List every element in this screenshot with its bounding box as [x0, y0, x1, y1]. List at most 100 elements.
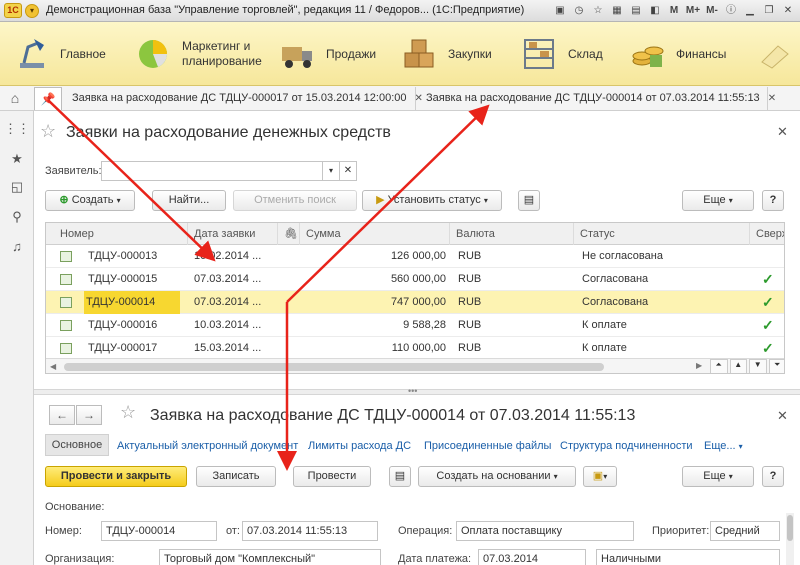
table-row[interactable]: ТДЦУ-000014 07.03.2014 ... 747 000,00 RUB Со… [46, 291, 784, 314]
organization-label: Организация: [45, 553, 115, 565]
section-sales[interactable]: Продажи [280, 22, 376, 86]
scroll-bottom-icon[interactable]: ⏷ [768, 359, 784, 373]
scroll-right-icon[interactable]: ▶ [696, 361, 702, 370]
section-main[interactable]: Главное [14, 22, 106, 86]
cell-date: 15.03.2014 ... [194, 342, 262, 354]
column-status[interactable]: Статус [574, 223, 750, 245]
scroll-down-icon[interactable]: ▼ [749, 359, 767, 373]
payment-form-field[interactable]: Наличными [596, 549, 780, 565]
cancel-search-button[interactable]: Отменить поиск [233, 190, 357, 211]
priority-field[interactable]: Средний [710, 521, 780, 541]
section-purchases[interactable]: Закупки [402, 22, 492, 86]
chevron-down-icon: ▾ [728, 196, 733, 205]
history-icon[interactable]: ◱ [0, 179, 34, 195]
bell-icon[interactable]: ♫ [0, 239, 34, 254]
scrollbar-thumb[interactable] [787, 515, 793, 541]
memory-mplus-button[interactable]: M+ [685, 3, 701, 19]
post-and-close-button[interactable]: Провести и закрыть [45, 466, 187, 487]
horizontal-scrollbar[interactable]: ◀ ▶ ⏶ ▲ ▼ ⏷ [46, 358, 784, 373]
home-icon[interactable]: ⌂ [0, 86, 30, 110]
applicant-input[interactable] [101, 161, 323, 181]
link-structure[interactable]: Структура подчиненности [560, 440, 693, 452]
write-button[interactable]: Записать [196, 466, 276, 487]
link-limits[interactable]: Лимиты расхода ДС [308, 440, 411, 452]
calc-icon[interactable]: ▦ [609, 3, 625, 19]
from-label: от: [226, 525, 240, 537]
section-marketing[interactable]: Маркетинг и планирование [136, 22, 262, 86]
link-edoc[interactable]: Актуальный электронный документ [117, 440, 298, 452]
favorites-icon[interactable]: ☆ [590, 3, 606, 19]
cell-sum: 747 000,00 [390, 296, 446, 308]
column-currency[interactable]: Валюта [450, 223, 574, 245]
create-button[interactable]: ⊕ Создать ▾ [45, 190, 135, 211]
applicant-clear-button[interactable]: ✕ [339, 161, 357, 181]
favorites-icon[interactable]: ★ [0, 151, 34, 167]
column-over[interactable]: Сверх [750, 223, 784, 245]
report-icon[interactable]: ▤ [518, 190, 540, 211]
applicant-dropdown-button[interactable]: ▾ [322, 161, 340, 181]
scrollbar-thumb[interactable] [64, 363, 604, 371]
calendar-icon[interactable]: ▤ [628, 3, 644, 19]
memory-mminus-button[interactable]: M- [704, 3, 720, 19]
memory-m-button[interactable]: M [666, 3, 682, 19]
column-date[interactable]: Дата заявки [188, 223, 278, 245]
compare-icon[interactable]: ◧ [647, 3, 663, 19]
set-status-button[interactable]: ▶ Установить статус ▾ [362, 190, 502, 211]
column-attachment[interactable]: 🖇 [278, 223, 300, 245]
scroll-left-icon[interactable]: ◀ [50, 362, 56, 371]
minimize-icon[interactable]: ▁ [742, 3, 758, 19]
document-icon [60, 251, 72, 262]
pin-icon[interactable]: 📌 [34, 87, 62, 110]
link-more[interactable]: Еще... ▾ [704, 440, 743, 452]
table-row[interactable]: ТДЦУ-000016 10.03.2014 ... 9 588,28 RUB К оп… [46, 314, 784, 337]
print-icon[interactable]: ▤ [389, 466, 411, 487]
tab-request-17[interactable]: Заявка на расходование ДС ТДЦУ-000017 от… [64, 87, 423, 110]
doc-more-button[interactable]: Еще ▾ [682, 466, 754, 487]
post-button[interactable]: Провести [293, 466, 371, 487]
forward-button[interactable]: → [76, 405, 102, 425]
menu-grid-icon[interactable]: ⋮⋮ [0, 121, 34, 137]
close-icon[interactable]: ✕ [777, 408, 788, 424]
operation-field[interactable]: Оплата поставщику [456, 521, 634, 541]
history-icon[interactable]: ◷ [571, 3, 587, 19]
paydate-field[interactable]: 07.03.2014 [478, 549, 586, 565]
table-row[interactable]: ТДЦУ-000013 10.02.2014 ... 126 000,00 RUB Не… [46, 245, 784, 268]
favorite-star-icon[interactable]: ☆ [120, 402, 136, 423]
find-button[interactable]: Найти... [152, 190, 226, 211]
main-menu-button[interactable]: ▾ [25, 4, 39, 18]
close-icon[interactable]: ✕ [777, 124, 788, 140]
section-warehouse[interactable]: Склад [522, 22, 603, 86]
create-based-on-button[interactable]: Создать на основании ▾ [418, 466, 576, 487]
organization-field[interactable]: Торговый дом "Комплексный" [159, 549, 381, 565]
info-icon[interactable]: ⓘ [723, 3, 739, 19]
restore-icon[interactable]: ❐ [761, 3, 777, 19]
coins-icon [630, 37, 666, 71]
section-finance[interactable]: Финансы [630, 22, 726, 86]
back-button[interactable]: ← [49, 405, 75, 425]
search-icon[interactable]: ⚲ [0, 209, 34, 225]
table-row[interactable]: ТДЦУ-000017 15.03.2014 ... 110 000,00 RUB К … [46, 337, 784, 360]
more-sections-icon[interactable] [756, 40, 794, 70]
save-icon[interactable]: ▣ [552, 3, 568, 19]
tab-main[interactable]: Основное [45, 434, 109, 456]
doc-help-button[interactable]: ? [762, 466, 784, 487]
tab-request-14[interactable]: Заявка на расходование ДС ТДЦУ-000014 от… [418, 87, 776, 110]
column-number[interactable]: Номер [46, 223, 188, 245]
form-splitter[interactable]: ••• [34, 386, 800, 396]
list-more-button[interactable]: Еще ▾ [682, 190, 754, 211]
number-field[interactable]: ТДЦУ-000014 [101, 521, 217, 541]
favorite-star-icon[interactable]: ☆ [40, 121, 56, 142]
number-label: Номер: [45, 525, 82, 537]
attach-menu-button[interactable]: ▣▾ [583, 466, 617, 487]
open-windows-bar: ⌂ 📌 Заявка на расходование ДС ТДЦУ-00001… [0, 86, 800, 111]
scroll-top-icon[interactable]: ⏶ [710, 359, 728, 373]
table-row[interactable]: ТДЦУ-000015 07.03.2014 ... 560 000,00 RUB Со… [46, 268, 784, 291]
column-sum[interactable]: Сумма [300, 223, 450, 245]
scroll-up-icon[interactable]: ▲ [729, 359, 747, 373]
doc-vertical-scrollbar[interactable] [786, 513, 794, 565]
link-files[interactable]: Присоединенные файлы [424, 440, 551, 452]
close-icon[interactable]: ✕ [780, 3, 796, 19]
date-field[interactable]: 07.03.2014 11:55:13 [242, 521, 378, 541]
list-help-button[interactable]: ? [762, 190, 784, 211]
close-icon[interactable]: ✕ [768, 93, 776, 104]
